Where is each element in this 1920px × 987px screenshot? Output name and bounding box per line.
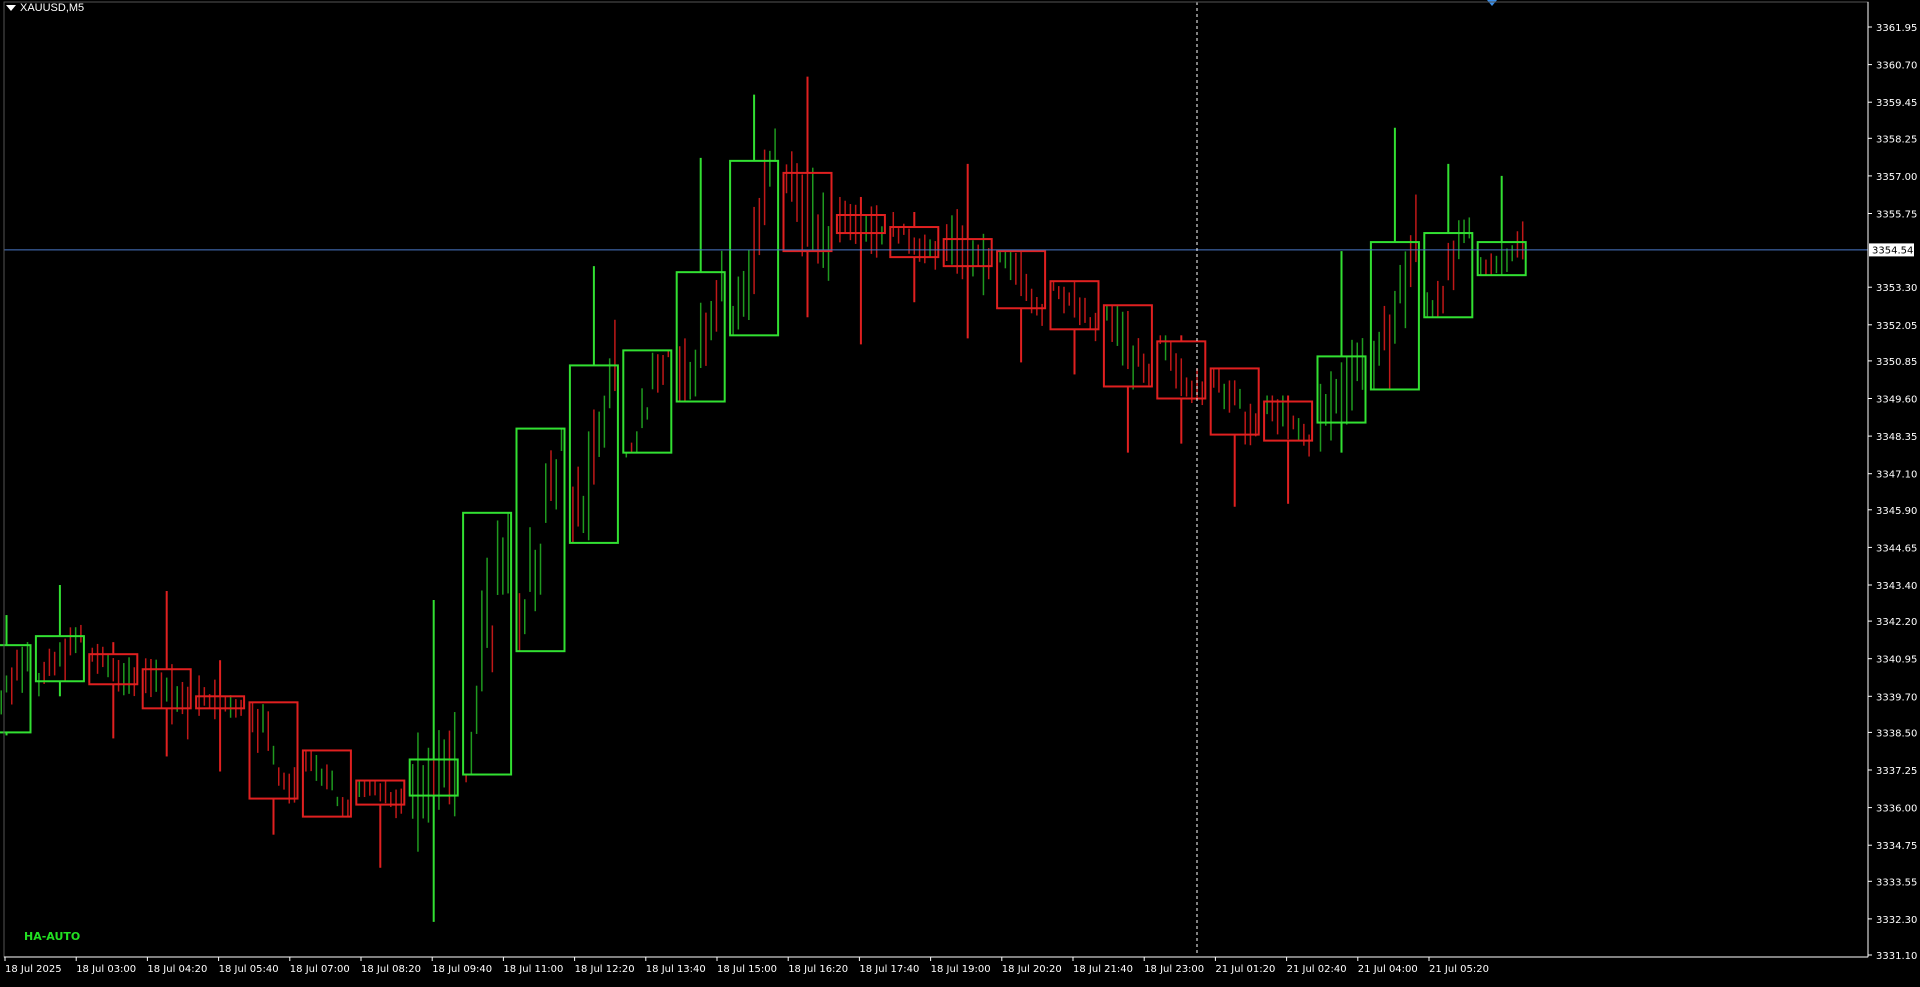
price-tick-label: 3339.70 [1876,692,1917,703]
price-tick-label: 3334.75 [1876,841,1917,852]
time-tick-label: 21 Jul 05:20 [1429,964,1489,975]
price-tick-label: 3360.70 [1876,61,1917,72]
time-tick-label: 18 Jul 17:40 [859,964,919,975]
price-tick-label: 3340.95 [1876,655,1917,666]
price-tick-label: 3336.00 [1876,804,1917,815]
price-tick-label: 3355.75 [1876,210,1917,221]
current-price-tag: 3354.54 [1869,243,1914,257]
time-tick-label: 18 Jul 2025 [5,964,62,975]
time-tick-label: 18 Jul 15:00 [717,964,777,975]
time-tick-label: 18 Jul 03:00 [76,964,136,975]
price-tick-label: 3344.65 [1876,543,1917,554]
time-tick-label: 18 Jul 19:00 [931,964,991,975]
price-tick-label: 3359.45 [1876,98,1917,109]
price-tick-label: 3361.95 [1876,23,1917,34]
time-tick-label: 18 Jul 20:20 [1002,964,1062,975]
time-tick-label: 18 Jul 09:40 [432,964,492,975]
symbol-title[interactable]: XAUUSD,M5 [6,2,84,14]
time-tick-label: 18 Jul 11:00 [503,964,563,975]
chart-window[interactable]: 3361.95 3360.70 3359.45 3358.25 3357.00 3355.… [0,0,1920,983]
time-tick-label: 18 Jul 12:20 [575,964,635,975]
price-tick-label: 3347.10 [1876,470,1917,481]
current-price-label: 3354.54 [1872,245,1913,256]
time-tick-label: 18 Jul 07:00 [290,964,350,975]
time-tick-label: 21 Jul 04:00 [1358,964,1418,975]
price-tick-label: 3358.25 [1876,134,1917,145]
symbol-title-text: XAUUSD,M5 [20,2,85,14]
price-tick-label: 3343.40 [1876,581,1917,592]
price-tick-label: 3350.85 [1876,357,1917,368]
time-tick-label: 21 Jul 01:20 [1215,964,1275,975]
time-tick-label: 18 Jul 16:20 [788,964,848,975]
price-tick-label: 3342.20 [1876,617,1917,628]
time-tick-label: 18 Jul 08:20 [361,964,421,975]
price-tick-label: 3352.05 [1876,321,1917,332]
dropdown-triangle-icon[interactable] [6,5,16,11]
price-tick-label: 3338.50 [1876,728,1917,739]
time-tick-label: 21 Jul 02:40 [1287,964,1347,975]
price-tick-label: 3357.00 [1876,172,1917,183]
price-tick-label: 3348.35 [1876,432,1917,443]
time-tick-label: 18 Jul 05:40 [219,964,279,975]
price-chart[interactable]: 3361.95 3360.70 3359.45 3358.25 3357.00 3355.… [0,0,1920,983]
time-tick-label: 18 Jul 23:00 [1144,964,1204,975]
price-tick-label: 3345.90 [1876,506,1917,517]
time-tick-label: 18 Jul 13:40 [646,964,706,975]
time-tick-label: 18 Jul 04:20 [147,964,207,975]
price-tick-label: 3332.30 [1876,915,1917,926]
time-tick-label: 18 Jul 21:40 [1073,964,1133,975]
price-tick-label: 3333.55 [1876,877,1917,888]
price-tick-label: 3331.10 [1876,951,1917,962]
indicator-label: HA-AUTO [24,930,80,943]
price-tick-label: 3353.30 [1876,283,1917,294]
price-tick-label: 3349.60 [1876,395,1917,406]
price-tick-label: 3337.25 [1876,766,1917,777]
chart-background [0,0,1920,983]
